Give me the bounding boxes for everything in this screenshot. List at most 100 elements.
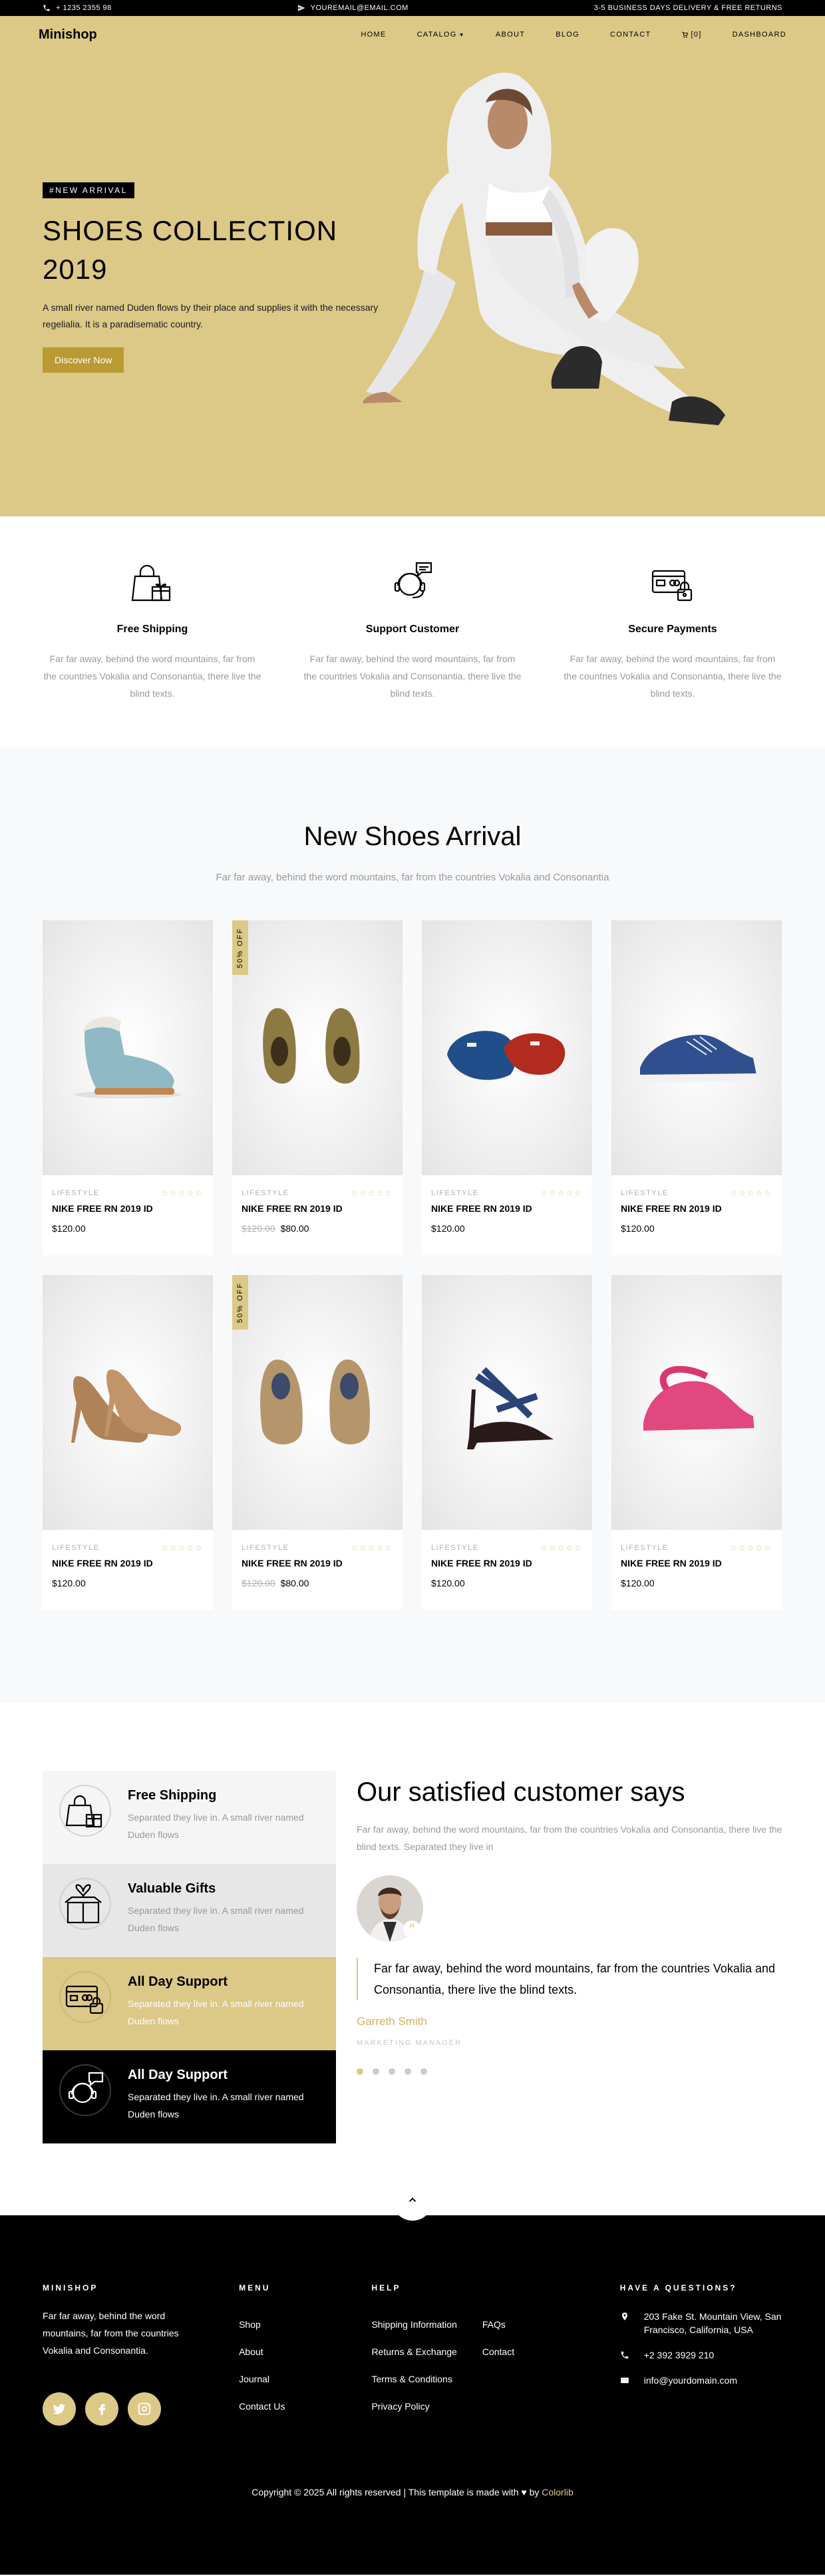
footer-link-returns[interactable]: Returns & Exchange xyxy=(371,2338,456,2366)
product-name[interactable]: NIKE FREE RN 2019 ID xyxy=(52,1203,204,1214)
support-icon xyxy=(394,562,432,599)
product-name[interactable]: NIKE FREE RN 2019 ID xyxy=(431,1558,583,1568)
product-name[interactable]: NIKE FREE RN 2019 ID xyxy=(621,1558,772,1568)
product-image[interactable] xyxy=(422,1275,592,1530)
feature-secure-payments: Secure Payments Far far away, behind the… xyxy=(563,516,782,749)
footer-link-contact-us[interactable]: Contact Us xyxy=(239,2393,371,2420)
nav-item-dashboard[interactable]: DASHBOARD xyxy=(733,31,786,39)
product-name[interactable]: NIKE FREE RN 2019 ID xyxy=(52,1558,204,1568)
product-meta-row: LIFESTYLE ☆☆☆☆☆ xyxy=(242,1189,393,1198)
product-meta: LIFESTYLE ☆☆☆☆☆ NIKE FREE RN 2019 ID $120.0… xyxy=(611,1530,782,1588)
instagram-link[interactable] xyxy=(128,2392,161,2426)
credit-card-lock-icon xyxy=(59,1970,112,2024)
feature-text: Far far away, behind the word mountains,… xyxy=(43,653,261,699)
topbar-phone[interactable]: + 1235 2355 98 xyxy=(43,4,112,12)
product-meta: LIFESTYLE ☆☆☆☆☆ NIKE FREE RN 2019 ID $120.0… xyxy=(43,1530,213,1588)
carousel-dot[interactable] xyxy=(405,2068,411,2075)
carousel-dot[interactable] xyxy=(373,2068,379,2075)
discount-tag: 50% OFF xyxy=(232,1275,248,1330)
footer-brand: MINISHOP xyxy=(43,2283,98,2293)
shoe-image xyxy=(467,1366,554,1449)
footer-phone-text: +2 392 3929 210 xyxy=(643,2350,715,2360)
copyright: Copyright © 2025 All rights reserved | T… xyxy=(0,2487,825,2497)
footer-help-col1: Shipping Information Returns & Exchange … xyxy=(371,2311,456,2420)
product-name[interactable]: NIKE FREE RN 2019 ID xyxy=(242,1203,393,1214)
product-meta-row: LIFESTYLE ☆☆☆☆☆ xyxy=(52,1189,204,1198)
product-image[interactable]: 50% OFF xyxy=(232,920,403,1175)
service-title: Free Shipping xyxy=(128,1788,217,1803)
product-card[interactable]: LIFESTYLE ☆☆☆☆☆ NIKE FREE RN 2019 ID $120.0… xyxy=(422,1275,592,1610)
footer-link-shop[interactable]: Shop xyxy=(239,2311,371,2338)
cart-count: [0] xyxy=(691,31,702,39)
product-image[interactable] xyxy=(611,920,782,1175)
product-price: $120.00 $80.00 xyxy=(242,1578,393,1588)
testimonial-section: Free Shipping Separated they live in. A s… xyxy=(0,1703,825,2215)
brand-logo[interactable]: Minishop xyxy=(39,27,97,43)
carousel-dot[interactable] xyxy=(420,2068,427,2075)
product-card[interactable]: LIFESTYLE ☆☆☆☆☆ NIKE FREE RN 2019 ID $120.0… xyxy=(43,920,213,1255)
discover-now-button[interactable]: Discover Now xyxy=(43,347,124,373)
current-price: $120.00 xyxy=(621,1223,655,1234)
nav-item-blog[interactable]: BLOG xyxy=(556,31,579,39)
product-card[interactable]: 50% OFF LIFESTYLE ☆☆☆☆☆ NIKE FREE RN 2019 I… xyxy=(232,1275,403,1610)
carousel-dot[interactable] xyxy=(357,2068,363,2075)
footer-link-faqs[interactable]: FAQs xyxy=(482,2311,514,2338)
footer-link-journal[interactable]: Journal xyxy=(239,2366,371,2393)
footer-phone[interactable]: +2 392 3929 210 xyxy=(620,2348,782,2362)
product-card[interactable]: LIFESTYLE ☆☆☆☆☆ NIKE FREE RN 2019 ID $120.0… xyxy=(422,920,592,1255)
nav-item-contact[interactable]: CONTACT xyxy=(610,31,651,39)
product-name[interactable]: NIKE FREE RN 2019 ID xyxy=(621,1203,772,1214)
footer-link-shipping[interactable]: Shipping Information xyxy=(371,2311,456,2338)
nav-item-about[interactable]: ABOUT xyxy=(496,31,525,39)
map-marker-icon xyxy=(621,2312,627,2320)
product-meta-row: LIFESTYLE ☆☆☆☆☆ xyxy=(431,1189,583,1198)
product-card[interactable]: LIFESTYLE ☆☆☆☆☆ NIKE FREE RN 2019 ID $120.0… xyxy=(43,1275,213,1610)
footer-link-contact[interactable]: Contact xyxy=(482,2338,514,2366)
service-text: Separated they live in. A small river na… xyxy=(128,2092,304,2119)
carousel-dot[interactable] xyxy=(389,2068,395,2075)
service-text: Separated they live in. A small river na… xyxy=(128,1998,304,2026)
footer-help: HELP Shipping Information Returns & Exch… xyxy=(371,2283,619,2426)
footer-link-terms[interactable]: Terms & Conditions xyxy=(371,2366,456,2393)
product-meta: LIFESTYLE ☆☆☆☆☆ NIKE FREE RN 2019 ID $120.0… xyxy=(232,1530,403,1588)
product-image[interactable] xyxy=(611,1275,782,1530)
rating-stars-icon: ☆☆☆☆☆ xyxy=(351,1543,393,1553)
testimonial-content: Our satisfied customer says Far far away… xyxy=(357,1771,782,2215)
paper-plane-icon xyxy=(297,5,305,11)
product-category: LIFESTYLE xyxy=(621,1544,669,1552)
product-price: $120.00 xyxy=(52,1223,204,1234)
nav-item-home[interactable]: HOME xyxy=(361,31,386,39)
topbar-email[interactable]: YOUREMAIL@EMAIL.COM xyxy=(297,4,409,12)
rating-stars-icon: ☆☆☆☆☆ xyxy=(351,1189,393,1198)
product-image[interactable]: 50% OFF xyxy=(232,1275,403,1530)
product-card[interactable]: LIFESTYLE ☆☆☆☆☆ NIKE FREE RN 2019 ID $120.0… xyxy=(611,920,782,1255)
current-price: $120.00 xyxy=(52,1578,86,1588)
footer-link-about[interactable]: About xyxy=(239,2338,371,2366)
twitter-link[interactable] xyxy=(43,2392,76,2426)
colorlib-link[interactable]: Colorlib xyxy=(542,2487,573,2497)
product-image[interactable] xyxy=(43,920,213,1175)
product-card[interactable]: 50% OFF LIFESTYLE ☆☆☆☆☆ NIKE FREE RN 2019 I… xyxy=(232,920,403,1255)
product-image[interactable] xyxy=(43,1275,213,1530)
nav-item-cart[interactable]: [0] xyxy=(681,31,701,39)
product-image[interactable] xyxy=(422,920,592,1175)
cart-icon xyxy=(682,31,689,38)
product-card[interactable]: LIFESTYLE ☆☆☆☆☆ NIKE FREE RN 2019 ID $120.0… xyxy=(611,1275,782,1610)
hero-title-line2: 2019 xyxy=(43,254,108,285)
nav-item-catalog[interactable]: CATALOG ▼ xyxy=(417,31,465,39)
product-price: $120.00 xyxy=(431,1578,583,1588)
product-name[interactable]: NIKE FREE RN 2019 ID xyxy=(431,1203,583,1214)
new-arrivals-section: New Shoes Arrival Far far away, behind t… xyxy=(0,749,825,1703)
product-price: $120.00 xyxy=(52,1578,204,1588)
footer-email[interactable]: info@yourdomain.com xyxy=(620,2374,782,2387)
facebook-link[interactable] xyxy=(85,2392,118,2426)
product-name[interactable]: NIKE FREE RN 2019 ID xyxy=(242,1558,393,1568)
hero-title-line1: SHOES COLLECTION xyxy=(43,215,338,246)
features-section: Free Shipping Far far away, behind the w… xyxy=(0,516,825,749)
old-price: $120.00 xyxy=(242,1223,275,1234)
page: + 1235 2355 98 YOUREMAIL@EMAIL.COM 3-5 B… xyxy=(0,0,825,2575)
footer-link-privacy[interactable]: Privacy Policy xyxy=(371,2393,456,2420)
instagram-icon xyxy=(138,2402,151,2416)
scroll-to-top-button[interactable] xyxy=(392,2179,433,2221)
footer-columns: MINISHOP Far far away, behind the word m… xyxy=(0,2215,825,2426)
